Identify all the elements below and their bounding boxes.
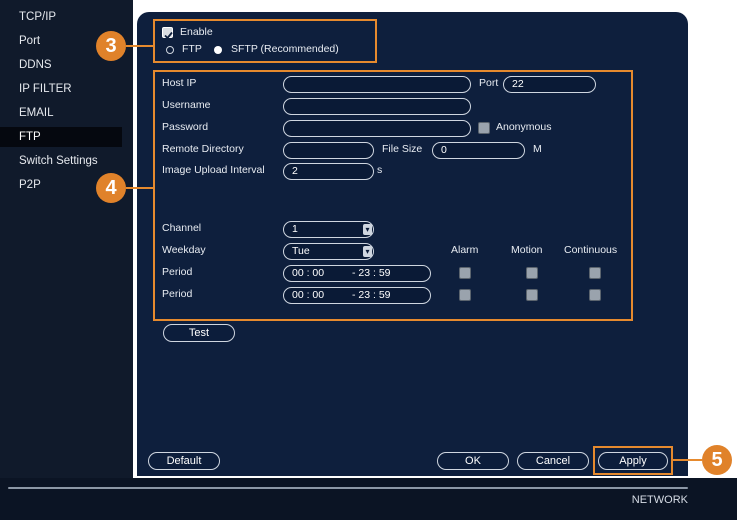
host-ip-field[interactable]	[283, 76, 471, 93]
period-1-start: 00 : 00	[292, 267, 325, 279]
period-2-motion-checkbox[interactable]	[526, 289, 538, 301]
check-icon	[164, 31, 173, 40]
period-1-alarm-checkbox[interactable]	[459, 267, 471, 279]
image-upload-interval-label: Image Upload Interval	[162, 164, 265, 176]
callout-4: 4	[96, 173, 126, 203]
callout-4-connector	[126, 187, 153, 189]
period-2-alarm-checkbox[interactable]	[459, 289, 471, 301]
cancel-button[interactable]: Cancel	[517, 452, 589, 470]
host-ip-label: Host IP	[162, 77, 197, 89]
port-label: Port	[479, 77, 499, 89]
sidebar-item-ftp[interactable]: FTP	[0, 127, 122, 147]
period-2-continuous-checkbox[interactable]	[589, 289, 601, 301]
alarm-column-header: Alarm	[451, 244, 479, 256]
period-1-continuous-checkbox[interactable]	[589, 267, 601, 279]
username-field[interactable]	[283, 98, 471, 115]
period-2-label: Period	[162, 288, 193, 300]
continuous-column-header: Continuous	[564, 244, 618, 256]
callout-5: 5	[702, 445, 732, 475]
file-size-field[interactable]: 0	[432, 142, 525, 159]
remote-directory-field[interactable]	[283, 142, 374, 159]
channel-label: Channel	[162, 222, 202, 234]
sidebar-item-email[interactable]: EMAIL	[0, 103, 122, 123]
period-1-label: Period	[162, 266, 193, 278]
default-button[interactable]: Default	[148, 452, 220, 470]
apply-button[interactable]: Apply	[598, 452, 668, 470]
anonymous-label: Anonymous	[496, 121, 552, 133]
image-upload-interval-field[interactable]: 2	[283, 163, 374, 180]
sidebar: TCP/IP Port DDNS IP FILTER EMAIL FTP Swi…	[0, 0, 133, 478]
sidebar-item-ip-filter[interactable]: IP FILTER	[0, 79, 122, 99]
ftp-radio-label: FTP	[182, 43, 202, 55]
image-upload-interval-unit: s	[377, 164, 383, 176]
password-field[interactable]	[283, 120, 471, 137]
period-1-end: - 23 : 59	[352, 267, 391, 279]
file-size-unit: M	[533, 143, 542, 155]
callout-3-connector	[126, 45, 153, 47]
weekday-select[interactable]: Tue ▾	[283, 243, 374, 260]
ok-button[interactable]: OK	[437, 452, 509, 470]
period-1-motion-checkbox[interactable]	[526, 267, 538, 279]
ftp-radio[interactable]	[166, 46, 174, 54]
channel-value: 1	[292, 223, 298, 235]
section-name: NETWORK	[631, 494, 688, 506]
period-2-start: 00 : 00	[292, 289, 325, 301]
enable-label: Enable	[180, 26, 213, 38]
port-field[interactable]: 22	[503, 76, 596, 93]
test-button[interactable]: Test	[163, 324, 235, 342]
weekday-value: Tue	[292, 245, 310, 257]
sidebar-item-tcpip[interactable]: TCP/IP	[0, 7, 122, 27]
enable-checkbox[interactable]	[162, 27, 173, 40]
motion-column-header: Motion	[511, 244, 543, 256]
bottom-bar: NETWORK	[0, 478, 737, 520]
sftp-radio-label: SFTP (Recommended)	[231, 43, 339, 55]
callout-5-connector	[673, 459, 702, 461]
period-2-time-range[interactable]: 00 : 00 - 23 : 59	[283, 287, 431, 304]
password-label: Password	[162, 121, 209, 133]
username-label: Username	[162, 99, 211, 111]
sidebar-item-switch-settings[interactable]: Switch Settings	[0, 151, 122, 171]
anonymous-checkbox[interactable]	[478, 122, 490, 134]
period-2-end: - 23 : 59	[352, 289, 391, 301]
chevron-down-icon: ▾	[363, 246, 372, 257]
divider	[8, 487, 688, 489]
weekday-label: Weekday	[162, 244, 206, 256]
chevron-down-icon: ▾	[363, 224, 372, 235]
sftp-radio[interactable]	[214, 46, 222, 54]
channel-select[interactable]: 1 ▾	[283, 221, 374, 238]
remote-directory-label: Remote Directory	[162, 143, 244, 155]
period-1-time-range[interactable]: 00 : 00 - 23 : 59	[283, 265, 431, 282]
callout-3: 3	[96, 31, 126, 61]
file-size-label: File Size	[382, 143, 423, 155]
